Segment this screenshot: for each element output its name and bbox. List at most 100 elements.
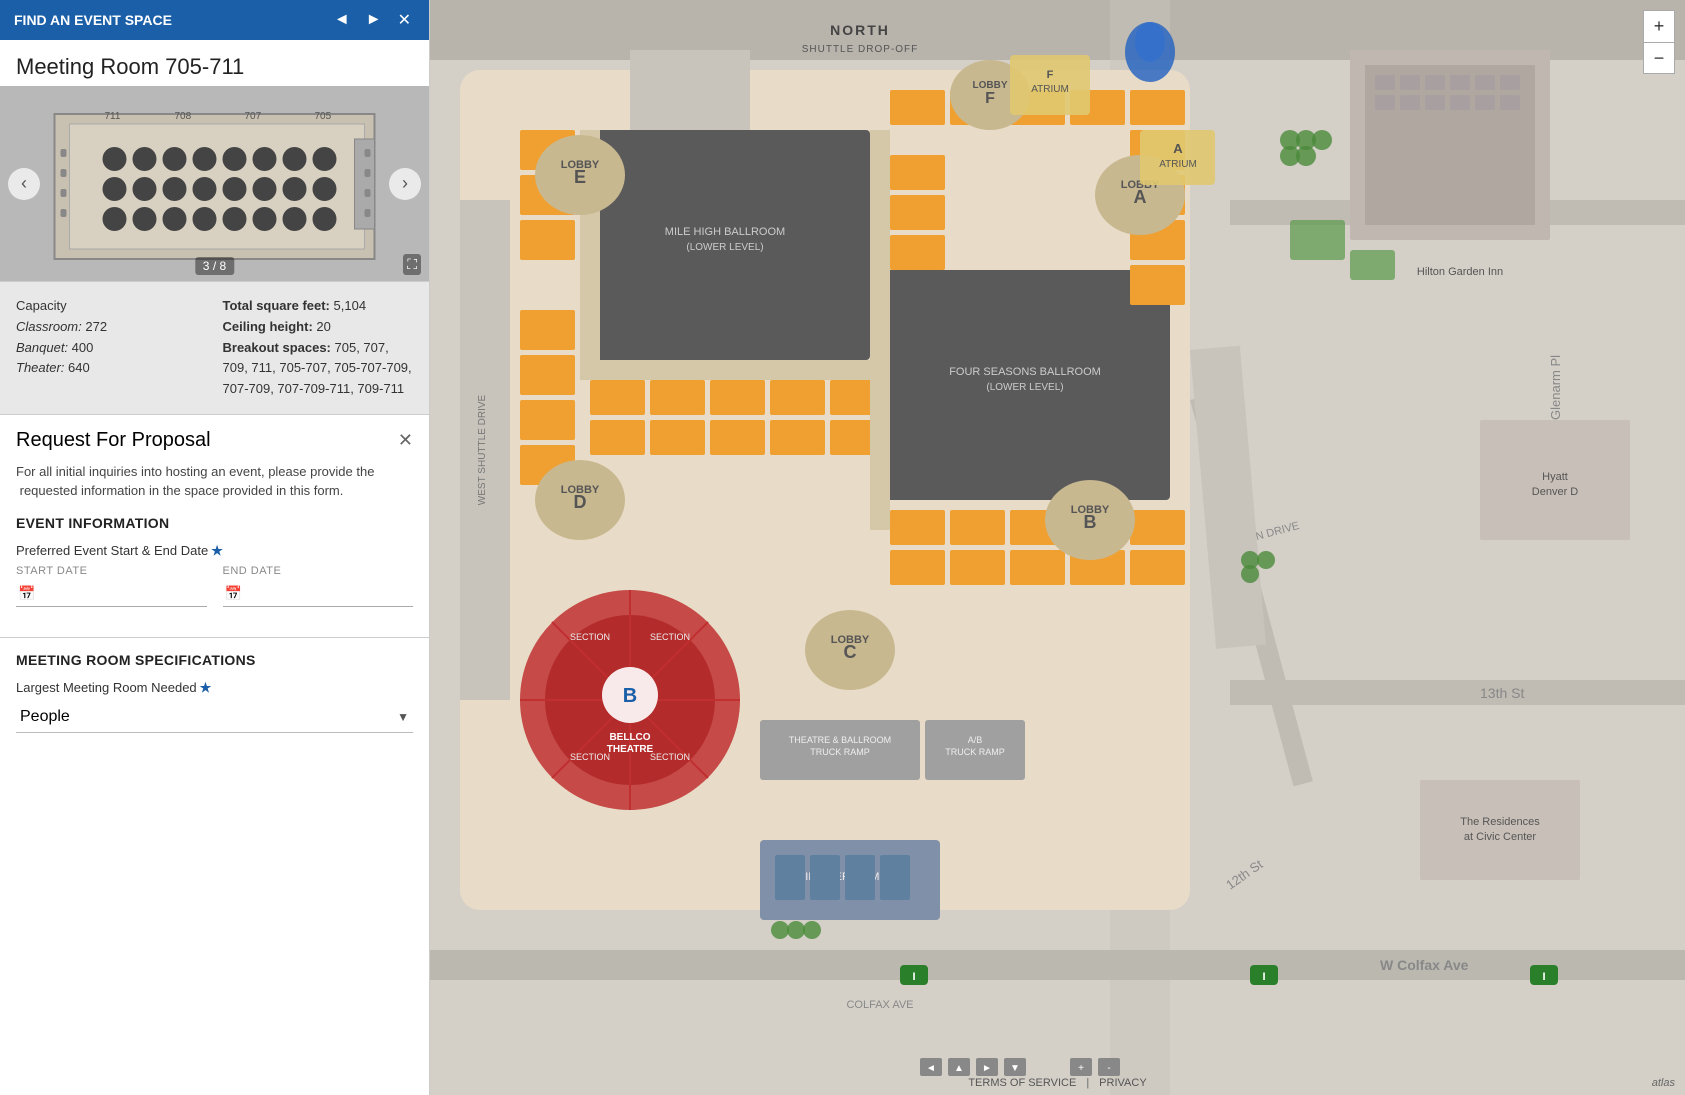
sqft-spec: Total square feet: 5,104	[223, 296, 414, 317]
floor-plan-svg: 711 708 707 705	[0, 99, 429, 269]
svg-text:D: D	[574, 492, 587, 512]
svg-text:Hilton Garden Inn: Hilton Garden Inn	[1417, 266, 1503, 278]
svg-text:Hyatt: Hyatt	[1542, 471, 1568, 483]
svg-text:at Civic Center: at Civic Center	[1464, 831, 1536, 843]
svg-text:705: 705	[315, 111, 332, 122]
end-date-label: END DATE	[223, 565, 414, 577]
svg-text:FOUR SEASONS BALLROOM: FOUR SEASONS BALLROOM	[949, 366, 1101, 378]
svg-text:W Colfax Ave: W Colfax Ave	[1380, 957, 1469, 973]
terms-divider: |	[1086, 1077, 1089, 1089]
rfp-title: Request For Proposal	[16, 429, 211, 452]
carousel-prev-button[interactable]: ‹	[8, 168, 40, 200]
svg-text:(LOWER LEVEL): (LOWER LEVEL)	[686, 242, 763, 253]
meeting-room-specs-title: MEETING ROOM SPECIFICATIONS	[16, 652, 413, 668]
svg-text:COLFAX AVE: COLFAX AVE	[846, 999, 913, 1011]
zoom-in-button[interactable]: +	[1643, 10, 1675, 42]
terms-bar: TERMS OF SERVICE | PRIVACY	[968, 1077, 1146, 1089]
map-container: 14th St 13th St W Colfax Ave Glenarm Pl …	[430, 0, 1685, 1095]
largest-meeting-label: Largest Meeting Room Needed★	[16, 680, 413, 696]
svg-text:C: C	[844, 642, 857, 662]
svg-text:A/B: A/B	[968, 735, 983, 745]
svg-text:THEATRE & BALLROOM: THEATRE & BALLROOM	[789, 735, 891, 745]
svg-text:SECTION: SECTION	[570, 632, 610, 642]
svg-text:F: F	[1047, 69, 1054, 81]
chevron-down-icon: ▼	[397, 710, 409, 724]
specs-left: Capacity Classroom: 272 Banquet: 400 The…	[16, 296, 207, 400]
room-floor-plan-image: 711 708 707 705	[0, 86, 429, 281]
svg-text:ATRIUM: ATRIUM	[1031, 84, 1069, 95]
end-date-input[interactable]: 📅	[223, 581, 414, 607]
rfp-section: Request For Proposal ✕ For all initial i…	[0, 415, 429, 638]
svg-text:Glenarm Pl: Glenarm Pl	[1548, 355, 1563, 420]
carousel-next-button[interactable]: ›	[389, 168, 421, 200]
rfp-close-button[interactable]: ✕	[398, 430, 413, 451]
meeting-room-section: MEETING ROOM SPECIFICATIONS Largest Meet…	[0, 638, 429, 747]
svg-text:Denver D: Denver D	[1532, 486, 1579, 498]
svg-text:B: B	[623, 685, 637, 707]
room-title: Meeting Room 705-711	[0, 40, 429, 86]
ceiling-spec: Ceiling height: 20	[223, 317, 414, 338]
specs-section: Capacity Classroom: 272 Banquet: 400 The…	[0, 281, 429, 415]
svg-text:SECTION: SECTION	[650, 632, 690, 642]
svg-text:707: 707	[245, 111, 262, 122]
svg-text:►: ►	[982, 1063, 992, 1074]
svg-text:I: I	[1542, 971, 1545, 983]
breakout-spec: Breakout spaces: 705, 707, 709, 711, 705…	[223, 338, 414, 400]
svg-text:MILE HIGH BALLROOM: MILE HIGH BALLROOM	[665, 226, 785, 238]
svg-text:SHUTTLE DROP-OFF: SHUTTLE DROP-OFF	[802, 44, 919, 55]
svg-text:A: A	[1134, 187, 1147, 207]
svg-text:-: -	[1107, 1063, 1110, 1074]
end-calendar-icon: 📅	[225, 585, 242, 602]
svg-text:THEATRE: THEATRE	[607, 744, 654, 755]
specs-grid: Capacity Classroom: 272 Banquet: 400 The…	[16, 296, 413, 400]
largest-required-star: ★	[200, 680, 212, 695]
nav-back-button[interactable]: ◄	[330, 11, 354, 29]
start-date-input[interactable]: 📅	[16, 581, 207, 607]
find-event-space-label: FIND AN EVENT SPACE	[14, 12, 172, 28]
svg-text:TRUCK RAMP: TRUCK RAMP	[810, 747, 870, 757]
svg-text:WEST SHUTTLE DRIVE: WEST SHUTTLE DRIVE	[477, 394, 488, 505]
theater-spec: Theater: 640	[16, 358, 207, 379]
classroom-spec: Classroom: 272	[16, 317, 207, 338]
privacy-link[interactable]: PRIVACY	[1099, 1077, 1146, 1089]
svg-text:708: 708	[175, 111, 192, 122]
terms-of-service-link[interactable]: TERMS OF SERVICE	[968, 1077, 1076, 1089]
header-close-button[interactable]: ✕	[394, 10, 415, 30]
atlas-watermark: atlas	[1652, 1077, 1675, 1089]
svg-text:+: +	[1078, 1063, 1084, 1074]
svg-text:◄: ◄	[926, 1063, 936, 1074]
map-svg: 14th St 13th St W Colfax Ave Glenarm Pl …	[430, 0, 1685, 1095]
people-placeholder: People	[20, 708, 70, 726]
svg-text:SECTION: SECTION	[650, 752, 690, 762]
carousel-counter: 3 / 8	[195, 257, 234, 275]
nav-forward-button[interactable]: ►	[362, 11, 386, 29]
capacity-label: Capacity	[16, 296, 207, 317]
end-date-field: END DATE 📅	[223, 565, 414, 607]
rfp-header: Request For Proposal ✕	[16, 429, 413, 452]
svg-text:SECTION: SECTION	[570, 752, 610, 762]
start-calendar-icon: 📅	[18, 585, 35, 602]
date-row: START DATE 📅 END DATE 📅	[16, 565, 413, 607]
svg-text:I: I	[1262, 971, 1265, 983]
zoom-out-button[interactable]: −	[1643, 42, 1675, 74]
svg-text:A: A	[1173, 141, 1183, 156]
map-controls: + −	[1643, 10, 1675, 74]
svg-text:NORTH: NORTH	[830, 22, 890, 38]
header-bar: FIND AN EVENT SPACE ◄ ► ✕	[0, 0, 429, 40]
svg-text:TRUCK RAMP: TRUCK RAMP	[945, 747, 1005, 757]
svg-text:13th St: 13th St	[1480, 685, 1524, 701]
room-image-carousel: 711 708 707 705 ‹ › 3 / 8 ⛶	[0, 86, 429, 281]
banquet-spec: Banquet: 400	[16, 338, 207, 359]
people-dropdown[interactable]: People ▼	[16, 702, 413, 733]
svg-text:▲: ▲	[954, 1063, 964, 1074]
required-star: ★	[211, 543, 223, 558]
svg-text:B: B	[1084, 512, 1097, 532]
start-date-field: START DATE 📅	[16, 565, 207, 607]
event-info-title: EVENT INFORMATION	[16, 515, 413, 531]
carousel-expand-button[interactable]: ⛶	[403, 254, 421, 275]
header-nav: ◄ ► ✕	[330, 10, 415, 30]
svg-text:▼: ▼	[1010, 1063, 1020, 1074]
svg-text:F: F	[985, 90, 995, 107]
start-date-label: START DATE	[16, 565, 207, 577]
svg-text:(LOWER LEVEL): (LOWER LEVEL)	[986, 382, 1063, 393]
